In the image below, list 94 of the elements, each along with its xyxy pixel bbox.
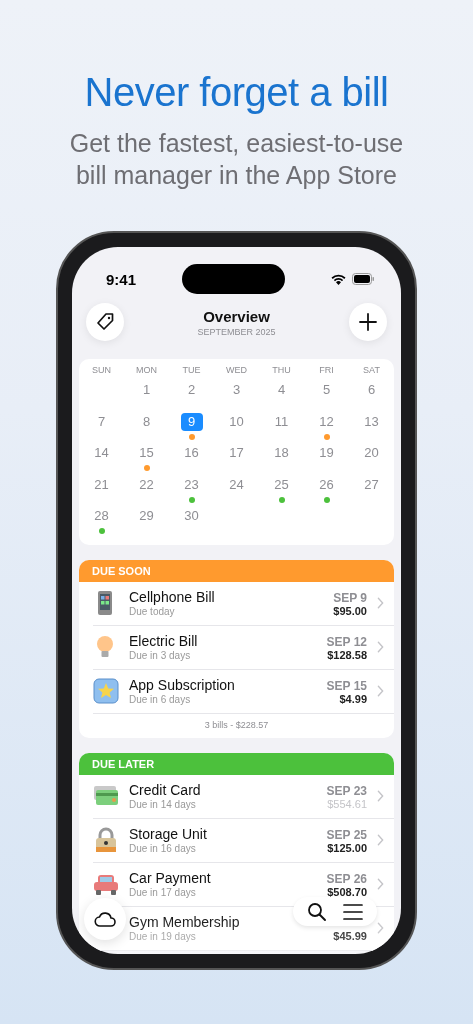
headline: Never forget a bill — [84, 70, 389, 115]
status-time: 9:41 — [106, 270, 137, 288]
bill-amount: $4.99 — [338, 692, 367, 705]
weekday-label: TUE — [181, 365, 202, 377]
calendar-day[interactable]: 16 — [180, 444, 203, 462]
screen-title: Overview — [202, 307, 271, 325]
calendar-day[interactable]: 11 — [270, 412, 293, 431]
bill-row[interactable]: App Subscription Due in 6 days SEP 15 $4.99 — [93, 669, 394, 714]
plus-icon — [358, 312, 378, 332]
calendar-day[interactable]: 25 — [270, 475, 293, 494]
bill-name: Cellphone Bill — [129, 589, 216, 605]
chevron-icon — [377, 641, 384, 653]
calendar-day[interactable]: 14 — [90, 444, 113, 462]
tag-button[interactable] — [86, 303, 124, 341]
bill-row[interactable]: Credit Card Due in 14 days SEP 23 $554.61 — [93, 774, 394, 819]
due-text: Due in 14 days — [129, 799, 197, 810]
due-text: Due today — [129, 606, 176, 617]
calendar-day[interactable]: 7 — [90, 412, 113, 431]
bill-name: App Subscription — [129, 677, 236, 693]
calendar-day[interactable]: 18 — [270, 444, 293, 462]
subtitle: Get the fastest, easiest-to-use bill manager in the App Store — [68, 128, 405, 191]
calendar-day[interactable]: 21 — [90, 475, 113, 494]
due-date: SEP 26 — [326, 871, 367, 886]
due-date: SEP 23 — [326, 783, 367, 798]
section-header: DUE SOON — [79, 559, 394, 582]
calendar-day[interactable]: 4 — [270, 381, 293, 399]
search-icon — [307, 901, 327, 922]
due-text: Due in 19 days — [129, 931, 197, 942]
calendar-day[interactable]: 17 — [225, 444, 248, 462]
calendar-day[interactable]: 3 — [225, 381, 248, 399]
calendar-day[interactable]: 20 — [360, 444, 383, 462]
section-header: DUE LATER — [79, 752, 394, 775]
calendar-day[interactable]: 19 — [315, 444, 338, 462]
calendar-day[interactable]: 22 — [135, 475, 158, 494]
bill-amount: $128.58 — [326, 648, 367, 661]
calendar-day[interactable]: 15 — [135, 444, 158, 462]
due-date: SEP 25 — [326, 827, 367, 842]
calendar-day[interactable]: 10 — [225, 412, 248, 431]
chevron-icon — [377, 597, 384, 609]
due-text: Due in 16 days — [129, 843, 197, 854]
month-label: SEPTEMBER 2025 — [197, 326, 276, 337]
weekday-label: THU — [271, 365, 292, 377]
add-button[interactable] — [349, 303, 387, 341]
chevron-icon — [377, 790, 384, 802]
bill-amount: $125.00 — [326, 841, 367, 854]
cloud-icon — [94, 911, 116, 927]
calendar-day[interactable]: 2 — [180, 381, 203, 399]
bill-amount: $45.99 — [333, 929, 367, 942]
weekday-label: MON — [135, 365, 158, 377]
calendar-day[interactable]: 29 — [135, 507, 158, 525]
calendar-day[interactable]: 30 — [180, 507, 203, 525]
weekday-label: SUN — [91, 365, 112, 377]
calendar-day[interactable]: 27 — [360, 475, 383, 494]
calendar-day[interactable]: 9 — [180, 412, 203, 431]
calendar-day[interactable]: 23 — [180, 475, 203, 494]
due-text: Due in 17 days — [129, 887, 197, 898]
calendar-day[interactable]: 28 — [90, 507, 113, 525]
bill-amount: $554.61 — [326, 797, 367, 810]
bill-row[interactable]: Storage Unit Due in 16 days SEP 25 $125.00 — [93, 818, 394, 863]
due-date: SEP 9 — [333, 590, 367, 605]
bill-name: Electric Bill — [129, 633, 199, 649]
calendar-day[interactable]: 5 — [315, 381, 338, 399]
calendar-day[interactable]: 1 — [135, 381, 158, 399]
due-text: Due in 6 days — [129, 694, 192, 705]
weekday-label: WED — [225, 365, 248, 377]
bill-amount: $95.00 — [333, 604, 367, 617]
bill-name: Car Payment — [129, 870, 212, 886]
bill-name: Storage Unit — [129, 826, 208, 842]
bill-name: Credit Card — [129, 782, 202, 798]
menu-icon — [343, 902, 363, 921]
bill-row[interactable]: Electric Bill Due in 3 days SEP 12 $128.58 — [93, 625, 394, 670]
chevron-icon — [377, 878, 384, 890]
due-date: SEP 12 — [326, 634, 367, 649]
calendar-day[interactable]: 6 — [360, 381, 383, 399]
bill-row[interactable]: Cellphone Bill Due today SEP 9 $95.00 — [93, 581, 394, 626]
battery-icon — [352, 273, 375, 285]
chevron-icon — [377, 922, 384, 934]
due-text: Due in 3 days — [129, 650, 192, 661]
calendar-day[interactable]: 26 — [315, 475, 338, 494]
chevron-icon — [377, 834, 384, 846]
bill-amount: $508.70 — [326, 885, 367, 898]
padlock-icon — [93, 827, 119, 853]
chevron-icon — [377, 685, 384, 697]
bill-name: Gym Membership — [129, 914, 241, 930]
tag-icon — [95, 312, 115, 332]
wifi-icon — [330, 273, 347, 285]
weekday-label: SAT — [362, 365, 381, 377]
calendar-day[interactable]: 24 — [225, 475, 248, 494]
calendar-day[interactable]: 12 — [315, 412, 338, 431]
weekday-label: FRI — [318, 365, 335, 377]
section-summary: 3 bills - $228.57 — [203, 718, 270, 732]
calendar-day[interactable]: 8 — [135, 412, 158, 431]
due-date: SEP 15 — [326, 678, 367, 693]
calendar-day[interactable]: 13 — [360, 412, 383, 431]
